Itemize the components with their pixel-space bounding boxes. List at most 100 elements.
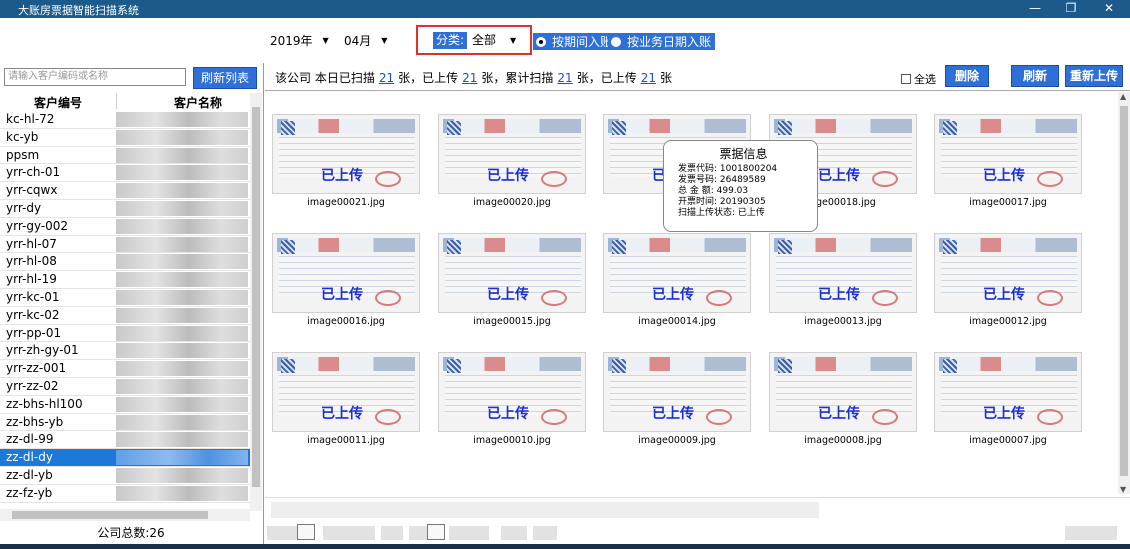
qr-code-icon xyxy=(612,240,626,254)
customer-code: yrr-cqwx xyxy=(6,183,58,198)
radio-selected-icon xyxy=(536,36,546,47)
customer-row[interactable]: yrr-hl-07 xyxy=(0,236,250,254)
receipt-image[interactable]: 已上传 xyxy=(272,233,420,313)
seal-stamp-icon xyxy=(375,290,401,306)
customer-row[interactable]: zz-dl-dy xyxy=(0,449,250,467)
invoice-header-graphic xyxy=(939,238,1077,252)
column-header-name[interactable]: 客户名称 xyxy=(174,94,222,111)
gallery-scrollbar[interactable]: ▲ ▼ xyxy=(1118,92,1130,494)
customer-sidebar: 请输入客户编码或名称 刷新列表 客户编号 客户名称 kc-hl-72 kc-yb p… xyxy=(0,63,264,549)
year-select[interactable]: 2019年 ▼ xyxy=(270,30,329,50)
column-header-code[interactable]: 客户编号 xyxy=(34,94,82,111)
receipt-thumbnail[interactable]: 已上传 image00015.jpg xyxy=(438,233,588,327)
receipt-thumbnail[interactable]: 已上传 image00017.jpg xyxy=(934,114,1084,208)
scroll-thumb[interactable] xyxy=(12,511,208,519)
select-all-checkbox[interactable]: 全选 xyxy=(901,71,936,87)
month-select[interactable]: 04月 ▼ xyxy=(344,30,387,50)
customer-row[interactable]: yrr-hl-19 xyxy=(0,271,250,289)
radio-label: 按业务日期入账 xyxy=(627,35,712,49)
receipt-thumbnail[interactable]: 已上传 image00012.jpg xyxy=(934,233,1084,327)
customer-name-redacted xyxy=(116,432,248,448)
status-field xyxy=(271,502,819,518)
receipt-image[interactable]: 已上传 xyxy=(769,352,917,432)
bottom-box[interactable] xyxy=(427,524,445,540)
category-select[interactable]: 全部 xyxy=(472,32,496,49)
receipt-image[interactable]: 已上传 xyxy=(603,233,751,313)
receipt-thumbnail[interactable]: 已上传 image00007.jpg xyxy=(934,352,1084,446)
customer-search-input[interactable]: 请输入客户编码或名称 xyxy=(4,68,186,86)
customer-row[interactable]: yrr-zh-gy-01 xyxy=(0,342,250,361)
radio-by-business-date[interactable]: 按业务日期入账 xyxy=(608,33,716,50)
customer-row[interactable]: yrr-kc-02 xyxy=(0,307,250,325)
qr-code-icon xyxy=(612,359,626,373)
customer-list-scrollbar[interactable] xyxy=(250,93,262,511)
scanned-today-count[interactable]: 21 xyxy=(379,71,394,85)
uploaded-badge: 已上传 xyxy=(487,406,529,422)
scroll-thumb[interactable] xyxy=(252,107,260,487)
customer-row[interactable]: yrr-ch-01 xyxy=(0,164,250,183)
receipt-thumbnail[interactable]: 已上传 image00021.jpg xyxy=(272,114,422,208)
customer-row[interactable]: zz-bhs-yb xyxy=(0,414,250,432)
customer-code: zz-bhs-yb xyxy=(6,414,64,429)
invoice-header-graphic xyxy=(443,238,581,252)
customer-row[interactable]: yrr-pp-01 xyxy=(0,325,250,343)
uploaded-badge: 已上传 xyxy=(818,168,860,184)
receipt-image[interactable]: 已上传 xyxy=(934,114,1082,194)
delete-button[interactable]: 删除 xyxy=(945,65,989,87)
customer-row[interactable]: zz-dl-yb xyxy=(0,467,250,485)
uploaded-today-count[interactable]: 21 xyxy=(462,71,477,85)
minimize-button[interactable]: — xyxy=(1020,0,1050,18)
file-name: image00021.jpg xyxy=(307,197,385,208)
receipt-thumbnail[interactable]: 已上传 image00014.jpg xyxy=(603,233,753,327)
receipt-thumbnail[interactable]: 已上传 image00011.jpg xyxy=(272,352,422,446)
customer-row[interactable]: kc-yb xyxy=(0,129,250,147)
bottom-block xyxy=(323,526,375,540)
receipt-thumbnail[interactable]: 已上传 image00013.jpg xyxy=(769,233,919,327)
total-uploaded-count[interactable]: 21 xyxy=(641,71,656,85)
receipt-thumbnail[interactable]: 已上传 image00009.jpg xyxy=(603,352,753,446)
tooltip-title: 票据信息 xyxy=(719,147,768,161)
maximize-button[interactable]: ❐ xyxy=(1056,0,1086,18)
close-button[interactable]: ✕ xyxy=(1094,0,1124,18)
receipt-thumbnail[interactable]: 已上传 image00008.jpg xyxy=(769,352,919,446)
receipt-image[interactable]: 已上传 xyxy=(272,352,420,432)
customer-row[interactable]: kc-hl-72 xyxy=(0,111,250,129)
customer-list-hscrollbar[interactable] xyxy=(0,509,250,521)
invoice-code: 发票代码: 1001800204 xyxy=(678,164,778,174)
radio-by-period[interactable]: 按期间入账 xyxy=(533,33,617,50)
receipt-image[interactable]: 已上传 xyxy=(438,233,586,313)
customer-row[interactable]: zz-bhs-hl100 xyxy=(0,396,250,414)
reupload-button[interactable]: 重新上传 xyxy=(1065,65,1123,87)
receipt-image[interactable]: 已上传 xyxy=(769,233,917,313)
customer-row[interactable]: zz-fz-yb xyxy=(0,485,250,503)
scroll-thumb[interactable] xyxy=(1120,106,1128,476)
scroll-down-icon[interactable]: ▼ xyxy=(1120,485,1126,494)
receipt-image[interactable]: 已上传 xyxy=(603,352,751,432)
receipt-image[interactable]: 已上传 xyxy=(934,233,1082,313)
receipt-image[interactable]: 已上传 xyxy=(934,352,1082,432)
customer-row[interactable]: yrr-gy-002 xyxy=(0,218,250,236)
receipt-image[interactable]: 已上传 xyxy=(272,114,420,194)
customer-row[interactable]: ppsm xyxy=(0,147,250,165)
chevron-down-icon[interactable]: ▼ xyxy=(510,32,516,49)
customer-row[interactable]: zz-dl-99 xyxy=(0,431,250,450)
receipt-thumbnail[interactable]: 已上传 image00010.jpg xyxy=(438,352,588,446)
customer-row[interactable]: yrr-kc-01 xyxy=(0,289,250,307)
receipt-image[interactable]: 已上传 xyxy=(438,114,586,194)
customer-row[interactable]: yrr-dy xyxy=(0,200,250,218)
qr-code-icon xyxy=(778,121,792,135)
customer-row[interactable]: yrr-cqwx xyxy=(0,182,250,200)
refresh-list-button[interactable]: 刷新列表 xyxy=(193,67,257,89)
refresh-button[interactable]: 刷新 xyxy=(1011,65,1059,87)
customer-row[interactable]: yrr-hl-08 xyxy=(0,253,250,272)
customer-code: yrr-kc-01 xyxy=(6,289,60,304)
total-scanned-count[interactable]: 21 xyxy=(557,71,572,85)
receipt-thumbnail[interactable]: 已上传 image00020.jpg xyxy=(438,114,588,208)
bottom-box[interactable] xyxy=(297,524,315,540)
customer-row[interactable]: yrr-zz-02 xyxy=(0,378,250,396)
receipt-image[interactable]: 已上传 xyxy=(438,352,586,432)
customer-row[interactable]: yrr-zz-001 xyxy=(0,360,250,378)
scroll-up-icon[interactable]: ▲ xyxy=(1120,92,1126,101)
receipt-thumbnail[interactable]: 已上传 image00016.jpg xyxy=(272,233,422,327)
file-name: image00008.jpg xyxy=(804,435,882,446)
